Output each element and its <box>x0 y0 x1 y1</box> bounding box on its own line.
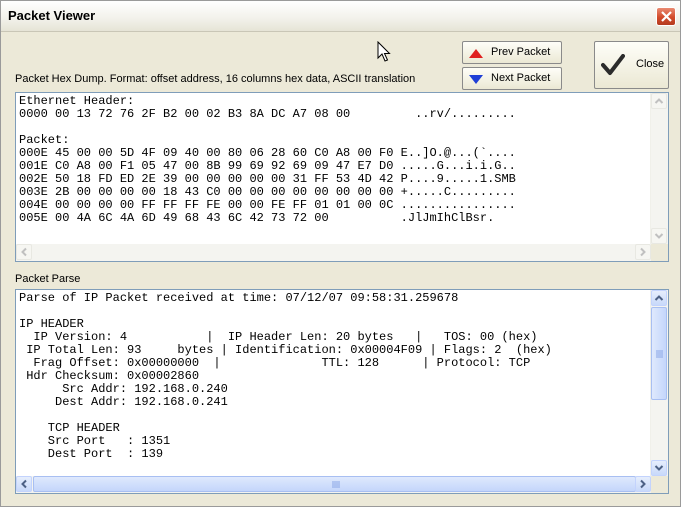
parse-scroll-down-button[interactable] <box>651 460 667 476</box>
triangle-down-icon <box>469 75 483 84</box>
hex-scroll-right-button[interactable] <box>635 244 651 260</box>
parse-vertical-scrollbar[interactable] <box>650 290 668 476</box>
chevron-right-icon <box>640 247 646 257</box>
hex-scroll-down-button[interactable] <box>651 228 667 244</box>
parse-scroll-up-button[interactable] <box>651 290 667 306</box>
close-icon <box>661 11 672 22</box>
checkmark-icon <box>601 54 625 75</box>
window-close-button[interactable] <box>656 7 676 26</box>
mouse-pointer-icon <box>377 41 391 62</box>
chevron-up-icon <box>654 295 664 301</box>
grip-icon <box>656 350 663 358</box>
close-label: Close <box>636 58 665 70</box>
chevron-left-icon <box>21 479 27 489</box>
parse-hscroll-thumb[interactable] <box>33 476 636 492</box>
hex-scroll-left-button[interactable] <box>16 244 32 260</box>
packet-viewer-window: Packet Viewer Prev Packet Next Packet Cl… <box>0 0 681 507</box>
close-button[interactable]: Close <box>594 41 669 89</box>
parse-scroll-thumb[interactable] <box>651 307 667 400</box>
hex-dump-text: Ethernet Header: 0000 00 13 72 76 2F B2 … <box>19 94 516 225</box>
chevron-down-icon <box>654 233 664 239</box>
packet-parse-caption: Packet Parse <box>15 273 81 285</box>
hex-scroll-up-button[interactable] <box>651 93 667 109</box>
prev-packet-button[interactable]: Prev Packet <box>462 41 562 64</box>
chevron-down-icon <box>654 465 664 471</box>
packet-parse-text: Parse of IP Packet received at time: 07/… <box>19 291 552 461</box>
parse-scroll-right-button[interactable] <box>635 476 651 492</box>
window-title: Packet Viewer <box>8 8 96 23</box>
packet-parse-panel[interactable]: Parse of IP Packet received at time: 07/… <box>15 289 669 494</box>
prev-packet-label: Prev Packet <box>491 46 551 58</box>
chevron-left-icon <box>21 247 27 257</box>
next-packet-label: Next Packet <box>491 72 551 84</box>
hex-dump-panel[interactable]: Ethernet Header: 0000 00 13 72 76 2F B2 … <box>15 92 669 262</box>
parse-scroll-corner <box>651 476 668 493</box>
grip-icon <box>332 481 340 488</box>
triangle-up-icon <box>469 49 483 58</box>
title-bar: Packet Viewer <box>1 1 680 32</box>
parse-scroll-left-button[interactable] <box>16 476 32 492</box>
hex-dump-caption: Packet Hex Dump. Format: offset address,… <box>15 73 416 85</box>
hex-scroll-corner <box>651 244 668 261</box>
chevron-up-icon <box>654 98 664 104</box>
hex-horizontal-scrollbar[interactable] <box>16 244 651 261</box>
next-packet-button[interactable]: Next Packet <box>462 67 562 90</box>
chevron-right-icon <box>640 479 646 489</box>
parse-horizontal-scrollbar[interactable] <box>16 476 651 493</box>
hex-vertical-scrollbar[interactable] <box>650 93 668 244</box>
